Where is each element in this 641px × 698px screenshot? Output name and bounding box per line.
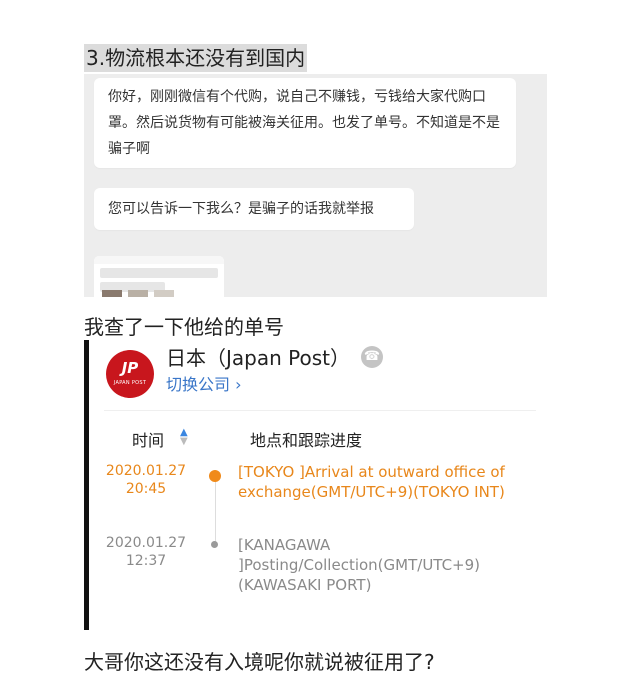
quote-bar: [84, 340, 89, 630]
chat-bubble-question: 你好，刚刚微信有个代购，说自己不赚钱，亏钱给大家代购口罩。然后说货物有可能被海关…: [94, 78, 516, 168]
chat-screenshot: 你好，刚刚微信有个代购，说自己不赚钱，亏钱给大家代购口罩。然后说货物有可能被海关…: [84, 74, 547, 297]
divider: [104, 410, 536, 411]
section-heading: 3.物流根本还没有到国内: [84, 44, 308, 72]
timeline-dot-active: [209, 470, 221, 482]
phone-icon[interactable]: ☎: [361, 346, 383, 368]
tracking-panel: JP JAPAN POST 日本（Japan Post） ☎ 切换公司 › 时间…: [84, 340, 546, 630]
column-header-location: 地点和跟踪进度: [250, 431, 363, 450]
chat-bubble-request: 您可以告诉一下我么？是骗子的话我就举报: [94, 188, 414, 230]
timeline-line: [215, 476, 216, 546]
event-description: [TOKYO ]Arrival at outward office of exc…: [238, 463, 505, 501]
carrier-name: 日本（Japan Post）: [166, 346, 350, 370]
column-header-time: 时间: [132, 431, 165, 450]
event-time: 2020.01.27 12:37: [105, 535, 187, 569]
timeline-dot: [211, 541, 218, 548]
sort-icon[interactable]: ▲ ▼: [180, 428, 188, 447]
event-time: 2020.01.27 20:45: [105, 463, 187, 497]
image-thumbnail[interactable]: [94, 256, 224, 297]
switch-company-link[interactable]: 切换公司 ›: [166, 374, 242, 396]
japan-post-logo: JP JAPAN POST: [106, 350, 154, 398]
paragraph-checked-tracking: 我查了一下他给的单号: [84, 315, 284, 339]
paragraph-conclusion: 大哥你这还没有入境呢你就说被征用了?: [84, 650, 435, 674]
event-description: [KANAGAWA ]Posting/Collection(GMT/UTC+9)…: [238, 536, 481, 594]
